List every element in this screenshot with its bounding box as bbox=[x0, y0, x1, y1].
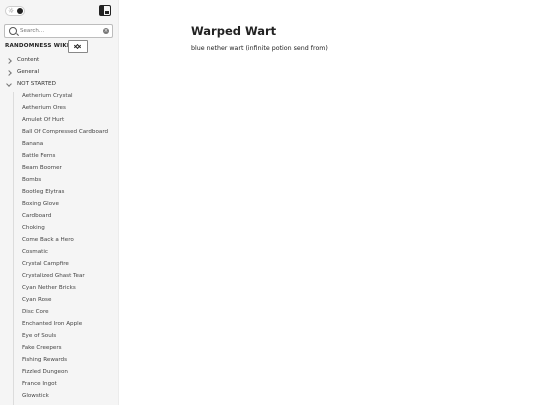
page-item[interactable]: Battle Ferns bbox=[0, 152, 118, 164]
search-box: × bbox=[4, 24, 113, 38]
page-item[interactable]: Crystal Campfire bbox=[0, 260, 118, 272]
page-label: Fizzled Dungeon bbox=[22, 369, 68, 375]
page-item[interactable]: Bombs bbox=[0, 176, 118, 188]
page-label: Aetherium Ores bbox=[22, 105, 66, 111]
search-icon bbox=[9, 27, 17, 35]
page-item[interactable]: Ball Of Compressed Cardboard bbox=[0, 128, 118, 140]
note-title: Warped Wart bbox=[191, 24, 277, 38]
page-label: Banana bbox=[22, 141, 44, 147]
sidebar-toolbar: ☼ bbox=[0, 0, 118, 22]
wiki-title: RANDOMNESS WIKI! bbox=[5, 43, 72, 49]
page-label: Crystal Campfire bbox=[22, 261, 69, 267]
page-label: Fake Creepers bbox=[22, 345, 62, 351]
page-label: Eye of Souls bbox=[22, 333, 57, 339]
folder-label: NOT STARTED bbox=[17, 81, 56, 87]
folder-item[interactable]: NOT STARTED bbox=[0, 80, 118, 92]
page-label: Amulet Of Hurt bbox=[22, 117, 65, 123]
page-item[interactable]: Banana bbox=[0, 140, 118, 152]
chevron-down-icon bbox=[6, 81, 12, 87]
page-label: Come Back a Hero bbox=[22, 237, 74, 243]
page-label: Fishing Rewards bbox=[22, 357, 67, 363]
page-item[interactable]: Cyan Nether Bricks bbox=[0, 284, 118, 296]
folder-item[interactable]: General bbox=[0, 68, 118, 80]
folder-item[interactable]: Content bbox=[0, 56, 118, 68]
search-input[interactable] bbox=[20, 25, 100, 37]
page-label: Cyan Nether Bricks bbox=[22, 285, 76, 291]
page-item[interactable]: Aetherium Ores bbox=[0, 104, 118, 116]
page-item[interactable]: France Ingot bbox=[0, 380, 118, 392]
page-item[interactable]: Eye of Souls bbox=[0, 332, 118, 344]
folder-label: General bbox=[17, 69, 40, 75]
sun-icon: ☼ bbox=[8, 7, 15, 15]
page-item[interactable]: Bootleg Elytras bbox=[0, 188, 118, 200]
page-label: Bootleg Elytras bbox=[22, 189, 65, 195]
page-label: Bombs bbox=[22, 177, 42, 183]
page-item[interactable]: Enchanted Iron Apple bbox=[0, 320, 118, 332]
page-item[interactable]: Cardboard bbox=[0, 212, 118, 224]
page-label: Disc Core bbox=[22, 309, 49, 315]
page-item[interactable]: Glowstick bbox=[0, 392, 118, 404]
page-item[interactable]: Fizzled Dungeon bbox=[0, 368, 118, 380]
collapse-all-button[interactable] bbox=[68, 40, 88, 53]
page-label: Enchanted Iron Apple bbox=[22, 321, 83, 327]
page-label: Glowstick bbox=[22, 393, 49, 399]
page-item[interactable]: Amulet Of Hurt bbox=[0, 116, 118, 128]
chevron-right-icon bbox=[6, 70, 12, 76]
page-item[interactable]: Choking bbox=[0, 224, 118, 236]
sidebar: ☼ × RANDOMNESS WIKI! Content General NOT S… bbox=[0, 0, 119, 405]
page-item[interactable]: Boxing Glove bbox=[0, 200, 118, 212]
page-item[interactable]: Beam Boomer bbox=[0, 164, 118, 176]
page-label: Boxing Glove bbox=[22, 201, 59, 207]
chevron-right-icon bbox=[6, 58, 12, 64]
page-item[interactable]: Aetherium Crystal bbox=[0, 92, 118, 104]
sidebar-layout-icon[interactable] bbox=[99, 5, 111, 16]
page-label: Ball Of Compressed Cardboard bbox=[22, 129, 109, 135]
moon-icon bbox=[17, 8, 23, 14]
page-label: Cosmatic bbox=[22, 249, 48, 255]
page-item[interactable]: Fishing Rewards bbox=[0, 356, 118, 368]
page-item[interactable]: Disc Core bbox=[0, 308, 118, 320]
page-label: Choking bbox=[22, 225, 45, 231]
page-item[interactable]: Cosmatic bbox=[0, 248, 118, 260]
theme-toggle[interactable]: ☼ bbox=[5, 6, 25, 16]
page-item[interactable]: Fake Creepers bbox=[0, 344, 118, 356]
page-item[interactable]: Cyan Rose bbox=[0, 296, 118, 308]
note-body: blue nether wart (infinite potion send f… bbox=[191, 45, 328, 52]
page-label: Beam Boomer bbox=[22, 165, 62, 171]
page-item[interactable]: Come Back a Hero bbox=[0, 236, 118, 248]
page-label: Cyan Rose bbox=[22, 297, 52, 303]
clear-search-icon[interactable]: × bbox=[103, 28, 109, 34]
folder-label: Content bbox=[17, 57, 40, 63]
page-label: Aetherium Crystal bbox=[22, 93, 73, 99]
tree-guide-line bbox=[13, 92, 14, 405]
page-label: Battle Ferns bbox=[22, 153, 56, 159]
page-label: Cardboard bbox=[22, 213, 52, 219]
page-label: France Ingot bbox=[22, 381, 57, 387]
page-item[interactable]: Crystalized Ghast Tear bbox=[0, 272, 118, 284]
page-label: Crystalized Ghast Tear bbox=[22, 273, 85, 279]
